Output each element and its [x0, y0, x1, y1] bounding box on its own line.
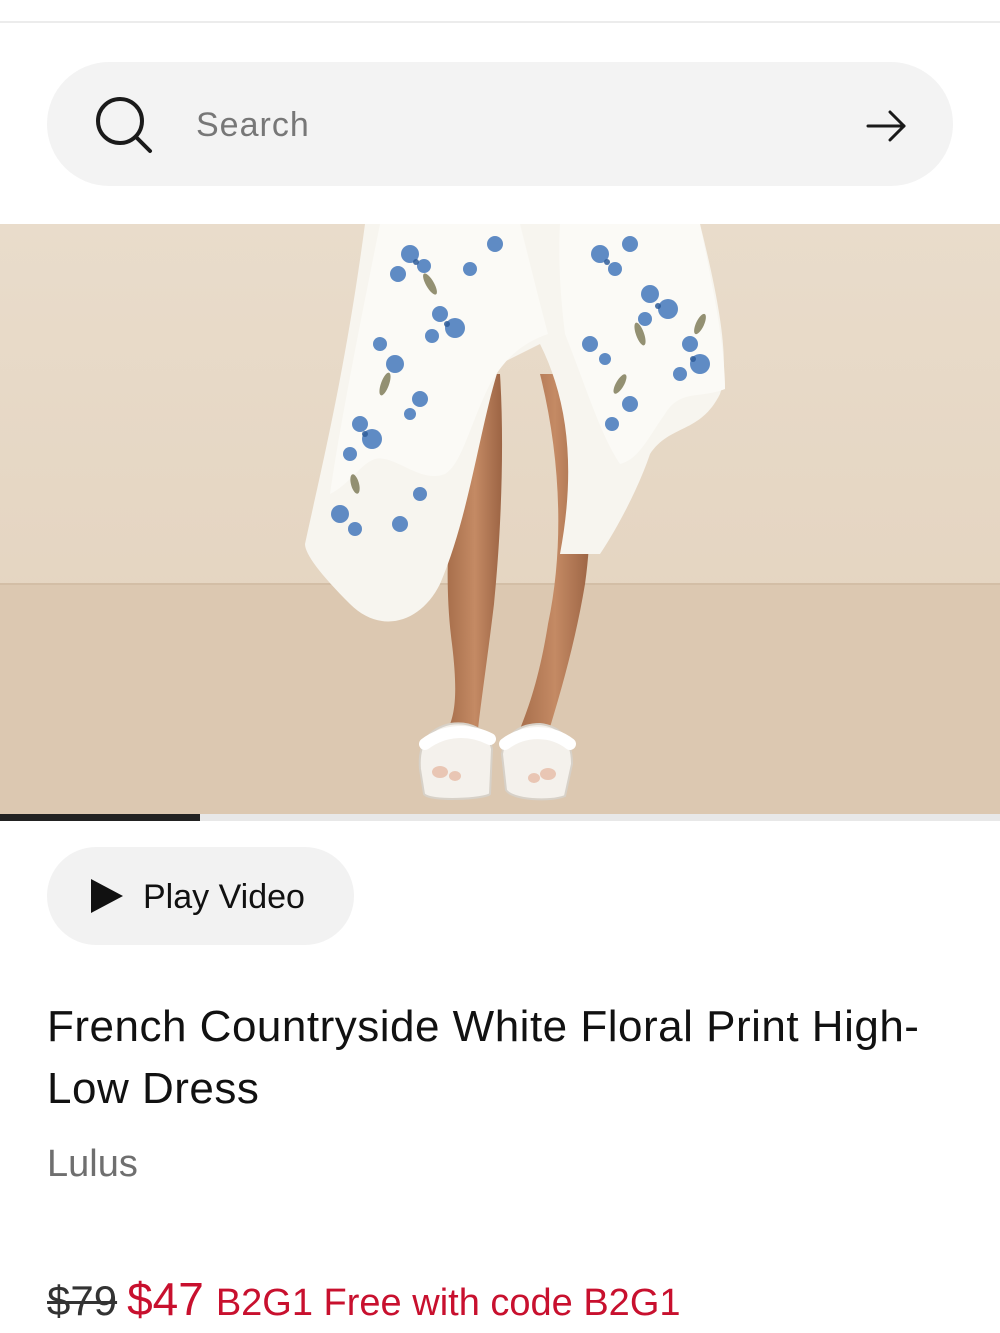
search-icon[interactable]	[92, 93, 156, 157]
promo-text: B2G1 Free with code B2G1	[215, 1282, 681, 1324]
dress-photo	[0, 224, 1000, 816]
original-price: $79	[47, 1277, 118, 1324]
play-icon	[91, 879, 123, 913]
media-progress-bar	[0, 814, 1000, 821]
product-title: French Countryside White Floral Print Hi…	[47, 1002, 920, 1113]
media-progress-fill	[0, 814, 200, 821]
play-video-label: Play Video	[143, 878, 305, 916]
product-image[interactable]	[0, 224, 1000, 816]
play-video-button[interactable]: Play Video	[47, 847, 354, 945]
search-input[interactable]	[196, 95, 796, 155]
arrow-right-icon[interactable]	[864, 104, 910, 148]
sale-price: $47	[127, 1273, 204, 1325]
top-divider	[0, 21, 1000, 23]
price-row: $79 $47 B2G1 Free with code B2G1	[47, 1272, 681, 1332]
brand-link[interactable]: Lulus	[47, 1140, 138, 1188]
